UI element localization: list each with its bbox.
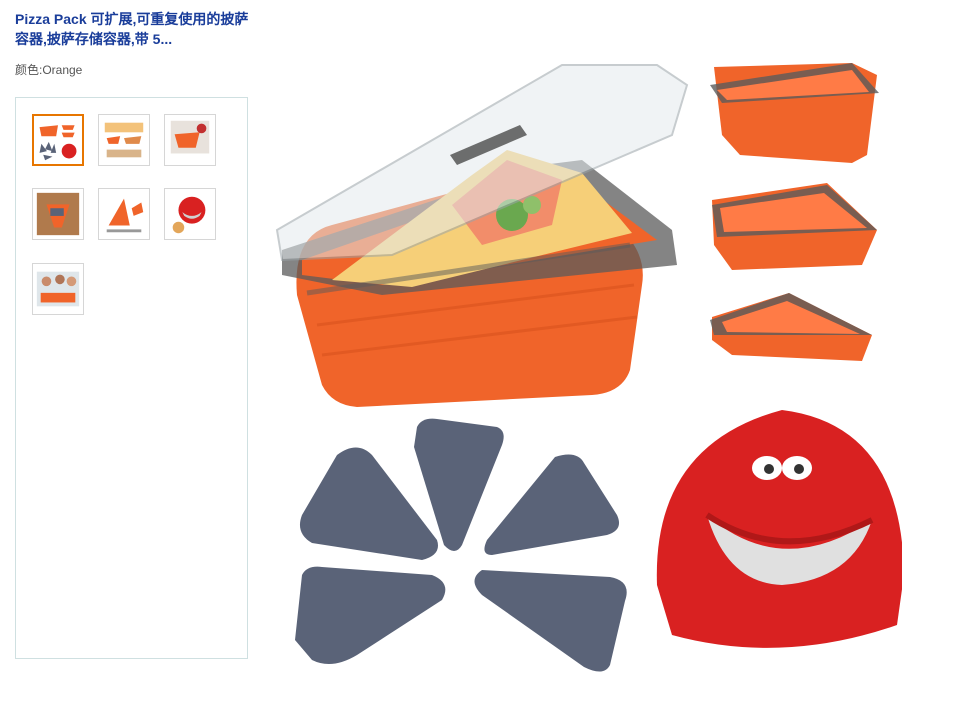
product-title[interactable]: Pizza Pack 可扩展,可重复使用的披萨容器,披萨存储容器,带 5...	[15, 9, 260, 49]
large-container-with-lid	[275, 64, 689, 407]
thumbnail-5[interactable]	[98, 188, 150, 240]
container-thumbnail-image	[165, 115, 215, 165]
thumbnail-4[interactable]	[32, 188, 84, 240]
thumbnail-2[interactable]	[98, 114, 150, 166]
pizza-cutter-thumbnail-image	[165, 189, 215, 239]
color-selection-label: 颜色:Orange	[15, 63, 83, 77]
thumbnail-3[interactable]	[164, 114, 216, 166]
family-thumbnail-image	[33, 264, 83, 314]
thumbnail-panel	[15, 97, 248, 659]
product-set-thumbnail-image	[34, 116, 82, 164]
collapsing-container-3	[710, 293, 872, 361]
product-illustration	[275, 63, 902, 672]
pizza-slices-thumbnail-image	[99, 115, 149, 165]
pizza-cutter	[656, 410, 902, 648]
slice-lids	[295, 418, 627, 672]
main-product-image[interactable]	[262, 55, 902, 675]
lifestyle-thumbnail-image	[33, 189, 83, 239]
thumbnail-7[interactable]	[32, 263, 84, 315]
collapsing-container-1	[710, 63, 879, 163]
dimension-thumbnail-image	[99, 189, 149, 239]
collapsing-container-2	[712, 183, 877, 270]
thumbnail-6[interactable]	[164, 188, 216, 240]
product-gallery-page: Pizza Pack 可扩展,可重复使用的披萨容器,披萨存储容器,带 5... …	[0, 0, 965, 719]
thumbnail-1[interactable]	[32, 114, 84, 166]
